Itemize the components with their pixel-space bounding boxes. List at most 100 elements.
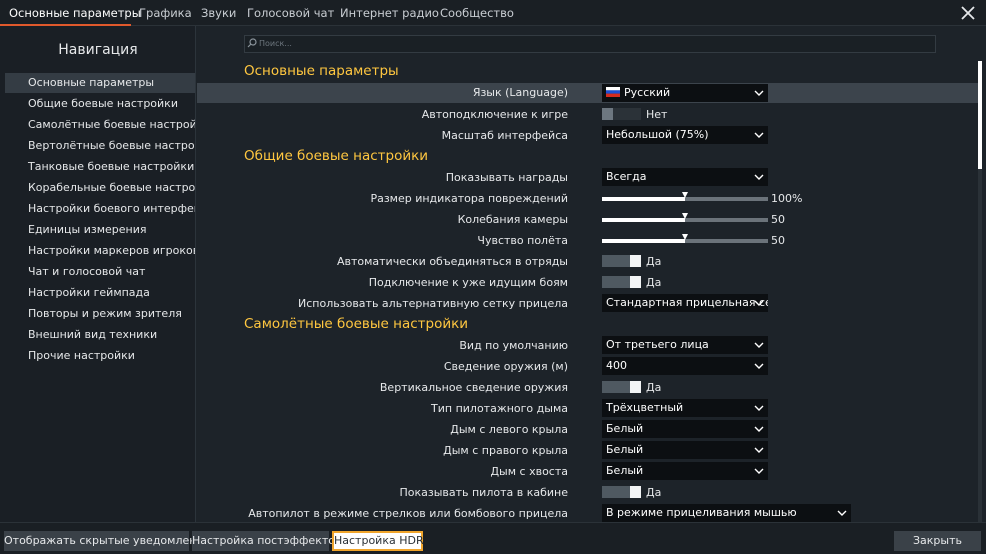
autoconnect-label: Автоподключение к игре <box>421 108 568 121</box>
section-general: Общие боевые настройки <box>244 148 429 164</box>
language-value: Русский <box>624 86 671 99</box>
vertical-convergence-label: Вертикальное сведение оружия <box>379 381 568 394</box>
sidebar-item-basic[interactable]: Основные параметры <box>5 73 195 93</box>
smoke-right-label: Дым с правого крыла <box>443 444 568 457</box>
toggle-knob <box>630 255 641 267</box>
join-in-progress-toggle[interactable] <box>602 276 641 288</box>
section-aircraft: Самолётные боевые настройки <box>244 316 469 332</box>
show-pilot-label: Показывать пилота в кабине <box>399 486 568 499</box>
vertical-convergence-toggle[interactable] <box>602 381 641 393</box>
convergence-dropdown[interactable]: 400 <box>602 357 768 375</box>
chevron-down-icon <box>754 426 764 432</box>
convergence-label: Сведение оружия (м) <box>443 360 568 373</box>
scrollbar[interactable] <box>978 61 982 522</box>
language-label: Язык (Language) <box>472 86 568 99</box>
chevron-down-icon <box>754 90 764 96</box>
smoke-tail-dropdown[interactable]: Белый <box>602 462 768 480</box>
sidebar-item-ship[interactable]: Корабельные боевые настройки <box>5 178 195 198</box>
chevron-down-icon <box>754 174 764 180</box>
sidebar-item-player-markers[interactable]: Настройки маркеров игроков <box>5 241 195 261</box>
autopilot-value: В режиме прицеливания мышью <box>606 506 797 519</box>
join-in-progress-label: Подключение к уже идущим боям <box>368 276 568 289</box>
autopilot-dropdown[interactable]: В режиме прицеливания мышью <box>602 504 851 522</box>
sidebar-item-general-battle[interactable]: Общие боевые настройки <box>5 94 195 114</box>
show-hidden-notifications-button[interactable]: Отображать скрытые уведомления <box>4 531 210 551</box>
damage-indicator-label: Размер индикатора повреждений <box>370 192 568 205</box>
auto-squad-toggle[interactable] <box>602 255 641 267</box>
postfx-settings-button[interactable]: Настройка постэффектов <box>192 531 341 551</box>
autoconnect-value: Нет <box>646 108 668 121</box>
sidebar-item-replays[interactable]: Повторы и режим зрителя <box>5 304 195 324</box>
section-basic: Основные параметры <box>244 63 399 79</box>
tab-basic-settings[interactable]: Основные параметры <box>9 0 141 26</box>
autopilot-label: Автопилот в режиме стрелков или бомбовог… <box>248 507 568 520</box>
smoke-left-dropdown[interactable]: Белый <box>602 420 768 438</box>
smoke-right-value: Белый <box>606 443 644 456</box>
navigation-sidebar: Навигация Основные параметры Общие боевы… <box>0 26 196 522</box>
sidebar-item-battle-interface[interactable]: Настройки боевого интерфейса <box>5 199 195 219</box>
camera-shake-slider[interactable] <box>602 213 768 222</box>
close-button[interactable]: Закрыть <box>894 531 981 551</box>
sidebar-item-units[interactable]: Единицы измерения <box>5 220 195 240</box>
slider-thumb-icon[interactable] <box>682 192 688 198</box>
join-in-progress-value: Да <box>646 276 662 289</box>
alt-reticle-dropdown[interactable]: Стандартная прицельная се <box>602 294 768 312</box>
close-icon[interactable] <box>958 3 978 23</box>
language-dropdown[interactable]: Русский <box>602 84 768 102</box>
sidebar-item-chat[interactable]: Чат и голосовой чат <box>5 262 195 282</box>
search-input[interactable]: Поиск... <box>244 35 936 53</box>
tab-voice-chat[interactable]: Голосовой чат <box>247 0 334 26</box>
show-rewards-value: Всегда <box>606 170 647 183</box>
smoke-type-label: Тип пилотажного дыма <box>431 402 568 415</box>
sidebar-item-aircraft[interactable]: Самолётные боевые настройки <box>5 115 195 135</box>
slider-fill <box>602 239 685 243</box>
toggle-knob <box>630 486 641 498</box>
top-tab-bar: Основные параметры Графика Звуки Голосов… <box>0 0 986 26</box>
smoke-right-dropdown[interactable]: Белый <box>602 441 768 459</box>
slider-thumb-icon[interactable] <box>682 213 688 219</box>
tab-community[interactable]: Сообщество <box>440 0 514 26</box>
show-pilot-toggle[interactable] <box>602 486 641 498</box>
show-rewards-dropdown[interactable]: Всегда <box>602 168 768 186</box>
alt-reticle-value: Стандартная прицельная се <box>606 296 768 309</box>
ui-scale-dropdown[interactable]: Небольшой (75%) <box>602 126 768 144</box>
damage-indicator-slider[interactable] <box>602 192 768 201</box>
smoke-tail-label: Дым с хвоста <box>490 465 568 478</box>
sidebar-item-appearance[interactable]: Внешний вид техники <box>5 325 195 345</box>
camera-shake-value: 50 <box>771 213 785 226</box>
autoconnect-toggle[interactable] <box>602 108 641 120</box>
chevron-down-icon <box>754 363 764 369</box>
vertical-convergence-value: Да <box>646 381 662 394</box>
show-rewards-label: Показывать награды <box>445 171 568 184</box>
toggle-knob <box>630 381 641 393</box>
toggle-knob <box>602 108 613 120</box>
default-view-label: Вид по умолчанию <box>459 339 568 352</box>
hdr-settings-button[interactable]: Настройка HDR <box>332 531 424 551</box>
flight-feel-label: Чувство полёта <box>477 234 568 247</box>
sidebar-item-helicopter[interactable]: Вертолётные боевые настройки <box>5 136 195 156</box>
camera-shake-label: Колебания камеры <box>457 213 568 226</box>
auto-squad-value: Да <box>646 255 662 268</box>
sidebar-item-gamepad[interactable]: Настройки геймпада <box>5 283 195 303</box>
default-view-dropdown[interactable]: От третьего лица <box>602 336 768 354</box>
slider-thumb-icon[interactable] <box>682 234 688 240</box>
navigation-title: Навигация <box>58 42 138 58</box>
scrollbar-thumb[interactable] <box>978 61 982 169</box>
auto-squad-label: Автоматически объединяться в отряды <box>336 255 568 268</box>
ui-scale-label: Масштаб интерфейса <box>441 129 568 142</box>
chevron-down-icon <box>754 300 764 306</box>
bottom-bar: Отображать скрытые уведомления Настройка… <box>0 522 986 554</box>
smoke-type-dropdown[interactable]: Трёхцветный <box>602 399 768 417</box>
toggle-knob <box>630 276 641 288</box>
tab-sounds[interactable]: Звуки <box>201 0 236 26</box>
show-pilot-value: Да <box>646 486 662 499</box>
tab-internet-radio[interactable]: Интернет радио <box>340 0 439 26</box>
tab-graphics[interactable]: Графика <box>139 0 192 26</box>
sidebar-item-misc[interactable]: Прочие настройки <box>5 346 195 366</box>
flight-feel-slider[interactable] <box>602 234 768 243</box>
sidebar-item-tank[interactable]: Танковые боевые настройки <box>5 157 195 177</box>
russia-flag-icon <box>606 87 620 97</box>
smoke-left-value: Белый <box>606 422 644 435</box>
chevron-down-icon <box>754 132 764 138</box>
chevron-down-icon <box>754 405 764 411</box>
